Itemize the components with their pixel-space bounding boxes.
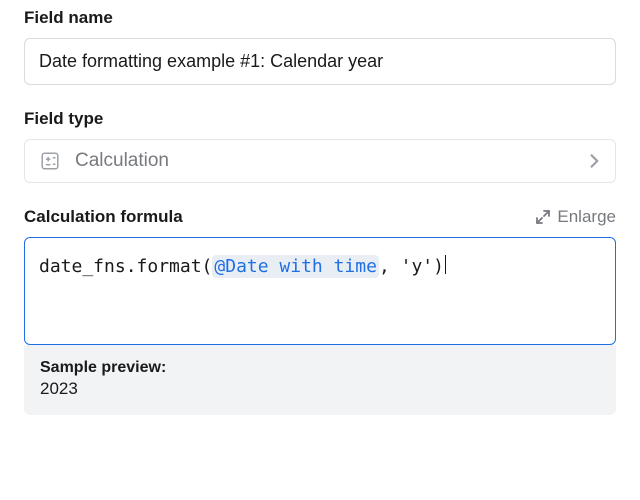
field-type-section: Field type Calculation — [24, 109, 616, 183]
formula-editor[interactable]: date_fns.format(@Date with time, 'y') — [24, 237, 616, 345]
formula-text-prefix: date_fns.format( — [39, 256, 212, 277]
sample-preview: Sample preview: 2023 — [24, 345, 616, 415]
formula-field-reference[interactable]: @Date with time — [212, 255, 379, 278]
sample-preview-value: 2023 — [40, 379, 600, 399]
formula-section: Calculation formula Enlarge date_fns.for… — [24, 207, 616, 415]
field-type-select[interactable]: Calculation — [24, 139, 616, 183]
field-name-section: Field name — [24, 8, 616, 85]
calculation-icon — [39, 150, 61, 172]
enlarge-icon — [535, 209, 551, 225]
field-name-label: Field name — [24, 8, 616, 28]
sample-preview-label: Sample preview: — [40, 359, 600, 377]
field-config-form: Field name Field type Calculation — [0, 0, 640, 415]
enlarge-label: Enlarge — [557, 207, 616, 227]
field-type-value: Calculation — [75, 150, 169, 172]
formula-label: Calculation formula — [24, 207, 183, 227]
chevron-right-icon — [589, 152, 601, 170]
enlarge-button[interactable]: Enlarge — [535, 207, 616, 227]
field-name-input[interactable] — [24, 38, 616, 85]
formula-header: Calculation formula Enlarge — [24, 207, 616, 227]
text-caret — [445, 255, 446, 274]
formula-text-suffix: , 'y') — [379, 256, 444, 277]
field-type-label: Field type — [24, 109, 616, 129]
